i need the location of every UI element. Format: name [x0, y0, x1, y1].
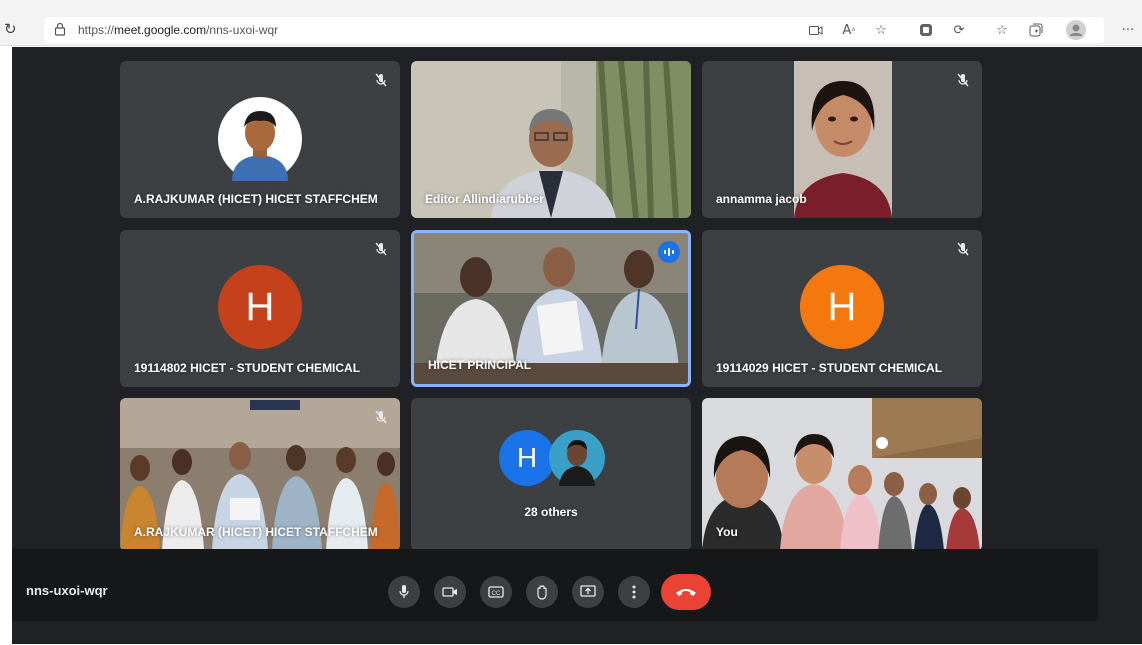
- profile-icon[interactable]: [1066, 20, 1086, 40]
- microphone-icon: [399, 585, 409, 598]
- video-feed: [702, 398, 982, 551]
- captions-icon: CC: [488, 586, 504, 598]
- participant-name: Editor Allindiarubber: [425, 192, 544, 206]
- participant-tile[interactable]: HICET PRINCIPAL: [411, 230, 691, 387]
- camera-icon: [442, 587, 457, 597]
- address-bar[interactable]: https://meet.google.com/nns-uxoi-wqr Aᐞ …: [44, 17, 1104, 43]
- end-call-icon: [676, 589, 696, 596]
- muted-mic-icon: [957, 73, 969, 87]
- more-icon[interactable]: ···: [1118, 20, 1138, 40]
- camera-icon[interactable]: [806, 20, 826, 40]
- extension-icon[interactable]: [916, 20, 936, 40]
- participant-tile[interactable]: H 19114029 HICET - STUDENT CHEMICAL: [702, 230, 982, 387]
- others-tile[interactable]: H 28 others: [411, 398, 691, 551]
- avatar: [549, 430, 605, 486]
- end-call-button[interactable]: [661, 574, 711, 610]
- browser-toolbar: ↻ https://meet.google.com/nns-uxoi-wqr A…: [0, 0, 1142, 46]
- sync-icon[interactable]: ⟳: [949, 20, 969, 40]
- participant-name: A.RAJKUMAR (HICET) HICET STAFFCHEM: [134, 192, 378, 206]
- more-options-icon: [632, 585, 636, 599]
- favorites-icon[interactable]: ☆: [992, 20, 1012, 40]
- present-icon: [580, 585, 596, 597]
- participant-tile[interactable]: annamma jacob: [702, 61, 982, 218]
- participant-name: HICET PRINCIPAL: [428, 358, 532, 372]
- muted-mic-icon: [375, 410, 387, 424]
- participant-name: A.RAJKUMAR (HICET) HICET STAFFCHEM: [134, 525, 378, 539]
- avatar: H: [800, 265, 884, 349]
- favorite-star-icon[interactable]: ☆: [871, 20, 891, 40]
- raise-hand-icon: [537, 585, 547, 600]
- speaking-indicator-icon: [658, 241, 680, 263]
- svg-text:CC: CC: [492, 591, 501, 597]
- collections-icon[interactable]: [1026, 20, 1046, 40]
- url-host: meet.google.com: [114, 23, 207, 37]
- raise-hand-button[interactable]: [526, 576, 558, 608]
- muted-mic-icon: [375, 73, 387, 87]
- avatar: H: [218, 265, 302, 349]
- participant-name: annamma jacob: [716, 192, 807, 206]
- avatar: [218, 97, 302, 181]
- camera-button[interactable]: [434, 576, 466, 608]
- participant-tile[interactable]: H 19114802 HICET - STUDENT CHEMICAL: [120, 230, 400, 387]
- self-tile[interactable]: You: [702, 398, 982, 551]
- captions-button[interactable]: CC: [480, 576, 512, 608]
- more-options-button[interactable]: [618, 576, 650, 608]
- participant-name: 19114802 HICET - STUDENT CHEMICAL: [134, 361, 361, 375]
- video-feed: [794, 61, 892, 218]
- participant-name: 19114029 HICET - STUDENT CHEMICAL: [716, 361, 943, 375]
- avatar: H: [499, 430, 555, 486]
- participant-tile[interactable]: A.RAJKUMAR (HICET) HICET STAFFCHEM: [120, 61, 400, 218]
- meeting-code: nns-uxoi-wqr: [26, 583, 108, 598]
- muted-mic-icon: [957, 242, 969, 256]
- participant-tile[interactable]: A.RAJKUMAR (HICET) HICET STAFFCHEM: [120, 398, 400, 551]
- lock-icon[interactable]: [54, 22, 66, 36]
- participant-tile[interactable]: Editor Allindiarubber: [411, 61, 691, 218]
- others-count: 28 others: [524, 505, 578, 519]
- read-aloud-icon[interactable]: Aᐞ: [839, 20, 859, 40]
- url-path: /nns-uxoi-wqr: [206, 23, 279, 37]
- present-button[interactable]: [572, 576, 604, 608]
- microphone-button[interactable]: [388, 576, 420, 608]
- url-scheme: https://: [78, 23, 115, 37]
- refresh-icon[interactable]: ↻: [4, 20, 17, 38]
- muted-mic-icon: [375, 242, 387, 256]
- participant-name: You: [716, 525, 738, 539]
- meeting-controls: nns-uxoi-wqr CC: [12, 549, 1098, 621]
- url-text[interactable]: https://meet.google.com/nns-uxoi-wqr: [78, 23, 278, 37]
